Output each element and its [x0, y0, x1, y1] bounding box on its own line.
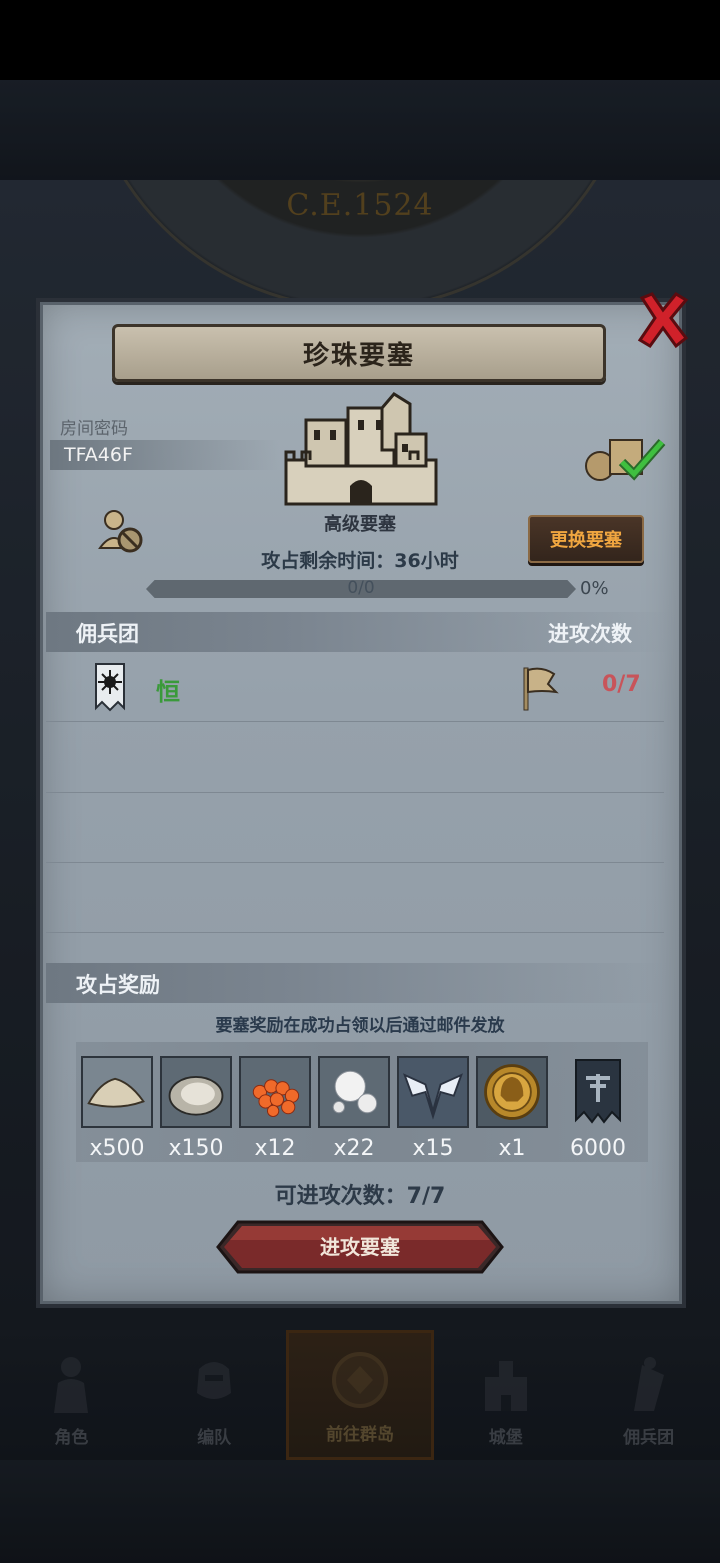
row-divider: [46, 792, 664, 793]
attacks-header-label: 进攻次数: [548, 622, 632, 646]
progress-text: 0/0: [347, 578, 375, 598]
reward-qty: x500: [89, 1136, 145, 1161]
reward-qty: 6000: [570, 1136, 626, 1161]
reward-section-header: 攻占奖励: [46, 963, 666, 1003]
mercenary-header-label: 佣兵团: [76, 622, 139, 646]
room-code-value: TFA46F: [50, 440, 280, 470]
guild-banner-icon: [575, 1059, 621, 1124]
mercenary-section-header: 佣兵团 进攻次数: [46, 612, 672, 652]
reward-note: 要塞奖励在成功占领以后通过邮件发放: [215, 1016, 505, 1036]
dialog-title: 珍珠要塞: [302, 340, 415, 371]
reward-qty: x12: [254, 1136, 296, 1161]
row-divider: [46, 932, 664, 933]
attack-button-label: 进攻要塞: [320, 1235, 400, 1259]
reward-header-label: 攻占奖励: [76, 973, 160, 997]
change-fortress-button[interactable]: 更换要塞: [528, 515, 644, 563]
team-banner-icon: [95, 663, 125, 712]
no-visitor-icon[interactable]: [96, 508, 146, 554]
reward-qty: x22: [333, 1136, 375, 1161]
reward-item[interactable]: x1: [476, 1056, 548, 1161]
winged-crest-icon: [397, 1056, 469, 1128]
row-divider: [46, 862, 664, 863]
occupation-timer: 攻占剩余时间：36小时: [261, 550, 459, 572]
reward-item[interactable]: x12: [239, 1056, 311, 1161]
reward-item[interactable]: x15: [397, 1056, 469, 1161]
attack-fortress-button[interactable]: 进攻要塞: [216, 1220, 504, 1274]
reward-qty: x15: [412, 1136, 454, 1161]
sand-pile-icon: [81, 1056, 153, 1128]
room-code-label: 房间密码: [60, 419, 128, 439]
reward-item[interactable]: 6000: [562, 1056, 634, 1161]
team-attack-count: 0/7: [602, 672, 641, 697]
reward-qty: x1: [498, 1136, 526, 1161]
fish-roe-icon: [239, 1056, 311, 1128]
dialog-title-plate: 珍珠要塞: [112, 324, 606, 382]
pearl-icon: [318, 1056, 390, 1128]
team-name: 恒: [156, 678, 180, 706]
team-row[interactable]: 恒 0/7: [46, 656, 664, 722]
progress-percent: 0%: [580, 578, 609, 599]
reward-qty: x150: [168, 1136, 224, 1161]
close-icon[interactable]: [636, 290, 690, 350]
reward-item[interactable]: x500: [81, 1056, 153, 1161]
fortress-type: 高级要塞: [324, 514, 396, 535]
gold-helmet-coin-icon: [476, 1056, 548, 1128]
flag-icon: [523, 667, 559, 711]
fortress-image: [284, 392, 438, 506]
reward-item[interactable]: x22: [318, 1056, 390, 1161]
oyster-icon: [160, 1056, 232, 1128]
reward-item[interactable]: x150: [160, 1056, 232, 1161]
supply-check-icon[interactable]: [584, 432, 666, 484]
available-attacks: 可进攻次数：7/7: [274, 1184, 446, 1209]
